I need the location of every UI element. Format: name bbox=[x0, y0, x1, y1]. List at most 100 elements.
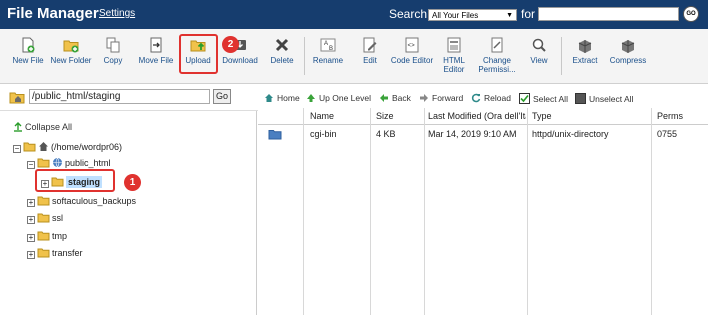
move-file-button[interactable]: Move File bbox=[134, 37, 178, 65]
compress-button[interactable]: Compress bbox=[606, 37, 650, 65]
expand-toggle-icon[interactable]: + bbox=[27, 251, 35, 259]
edit-icon bbox=[363, 37, 377, 53]
column-header-type[interactable]: Type bbox=[532, 111, 552, 121]
home-icon bbox=[39, 142, 48, 151]
tree-node-tmp[interactable]: + tmp bbox=[27, 230, 67, 242]
search-label: Search bbox=[389, 7, 428, 21]
tree-node-public-html[interactable]: − public_html bbox=[27, 157, 111, 169]
toolbar: New File New Folder Copy Move File Uploa… bbox=[0, 29, 708, 84]
tree-label: public_html bbox=[65, 158, 111, 168]
folder-icon bbox=[23, 142, 36, 152]
expand-toggle-icon[interactable]: + bbox=[27, 199, 35, 207]
nav-bar: Home Up One Level Back Forward Reload Se… bbox=[257, 84, 708, 111]
unselect-all-button[interactable]: Unselect All bbox=[575, 93, 633, 104]
checkbox-empty-icon bbox=[575, 93, 586, 104]
tool-label: Download bbox=[222, 56, 258, 65]
folder-icon bbox=[37, 196, 50, 206]
tool-label: Copy bbox=[103, 56, 123, 65]
top-header: File Manager Settings Search All Your Fi… bbox=[0, 0, 708, 29]
html-editor-button[interactable]: HTML Editor bbox=[432, 37, 476, 74]
folder-icon bbox=[268, 130, 282, 140]
collapse-toggle-icon[interactable]: − bbox=[27, 161, 35, 169]
tree-node-softaculous-backups[interactable]: + softaculous_backups bbox=[27, 195, 136, 207]
new-file-button[interactable]: New File bbox=[6, 37, 50, 65]
delete-button[interactable]: Delete bbox=[260, 37, 304, 65]
expand-toggle-icon[interactable]: + bbox=[27, 216, 35, 224]
tool-label: View bbox=[530, 56, 548, 65]
new-folder-icon bbox=[63, 40, 79, 53]
change-permissions-button[interactable]: Change Permissi... bbox=[475, 37, 519, 74]
collapse-all-button[interactable]: Collapse All bbox=[13, 122, 72, 132]
unselect-all-label: Unselect All bbox=[589, 94, 634, 104]
toolbar-divider bbox=[304, 37, 305, 75]
search-scope-select[interactable]: All Your Files ▼ bbox=[428, 9, 517, 21]
rename-button[interactable]: AB Rename bbox=[306, 37, 350, 65]
tool-label: Change Permissi... bbox=[478, 56, 516, 74]
rename-icon: AB bbox=[320, 38, 336, 52]
select-all-label: Select All bbox=[533, 94, 568, 104]
tree-label: ssl bbox=[52, 213, 63, 223]
search-input[interactable] bbox=[538, 7, 679, 21]
collapse-all-label: Collapse All bbox=[25, 122, 73, 132]
tool-label: Rename bbox=[312, 56, 344, 65]
view-icon bbox=[532, 38, 546, 52]
home-label: Home bbox=[277, 93, 300, 103]
forward-button[interactable]: Forward bbox=[419, 93, 463, 103]
collapse-toggle-icon[interactable]: − bbox=[13, 145, 21, 153]
reload-button[interactable]: Reload bbox=[471, 93, 511, 103]
column-header-perms[interactable]: Perms bbox=[657, 111, 683, 121]
tool-label: Delete bbox=[270, 56, 294, 65]
search-scope-value: All Your Files bbox=[432, 11, 479, 20]
back-button[interactable]: Back bbox=[379, 93, 411, 103]
tool-label: Extract bbox=[572, 56, 598, 65]
tree-node-transfer[interactable]: + transfer bbox=[27, 247, 83, 259]
tool-label: Edit bbox=[363, 56, 377, 65]
globe-icon bbox=[53, 157, 62, 168]
edit-button[interactable]: Edit bbox=[348, 37, 392, 65]
expand-toggle-icon[interactable]: + bbox=[27, 234, 35, 242]
tree-label: tmp bbox=[52, 231, 68, 241]
back-label: Back bbox=[392, 93, 411, 103]
search-go-button[interactable]: GO bbox=[683, 6, 699, 22]
table-row[interactable]: cgi-bin 4 KB Mar 14, 2019 9:10 AM httpd/… bbox=[258, 125, 708, 145]
checkbox-checked-icon bbox=[519, 93, 530, 104]
new-folder-button[interactable]: New Folder bbox=[49, 37, 93, 65]
forward-label: Forward bbox=[432, 93, 464, 103]
home-icon bbox=[265, 94, 273, 102]
cell-size: 4 KB bbox=[376, 129, 396, 139]
select-all-button[interactable]: Select All bbox=[519, 93, 568, 104]
tool-label: New Folder bbox=[50, 56, 92, 65]
path-input[interactable]: /public_html/staging bbox=[29, 89, 210, 104]
step-badge-2: 2 bbox=[222, 36, 239, 53]
path-go-button[interactable]: Go bbox=[213, 89, 231, 104]
move-file-icon bbox=[150, 37, 162, 53]
column-header-name[interactable]: Name bbox=[310, 111, 334, 121]
app-title: File Manager bbox=[7, 5, 99, 22]
home-button[interactable]: Home bbox=[264, 93, 300, 103]
staging-highlight-box bbox=[35, 169, 115, 192]
delete-icon bbox=[275, 38, 289, 52]
up-arrow-icon bbox=[307, 94, 315, 102]
extract-icon bbox=[578, 40, 592, 53]
folder-icon bbox=[37, 158, 50, 168]
new-file-icon bbox=[22, 37, 35, 53]
copy-button[interactable]: Copy bbox=[91, 37, 135, 65]
column-header-size[interactable]: Size bbox=[376, 111, 394, 121]
extract-button[interactable]: Extract bbox=[563, 37, 607, 65]
tool-label: Code Editor bbox=[390, 56, 434, 65]
folder-icon bbox=[37, 231, 50, 241]
cell-name: cgi-bin bbox=[310, 129, 337, 139]
view-button[interactable]: View bbox=[517, 37, 561, 65]
folder-icon bbox=[37, 248, 50, 258]
tree-label: (/home/wordpr06) bbox=[51, 142, 123, 152]
settings-link[interactable]: Settings bbox=[99, 8, 135, 19]
tree-node-root[interactable]: − (/home/wordpr06) bbox=[13, 141, 122, 153]
tree-label: transfer bbox=[52, 248, 83, 258]
code-editor-button[interactable]: <> Code Editor bbox=[390, 37, 434, 65]
svg-text:A: A bbox=[324, 41, 328, 47]
home-folder-icon bbox=[9, 92, 25, 104]
tree-node-ssl[interactable]: + ssl bbox=[27, 212, 63, 224]
back-arrow-icon bbox=[380, 94, 388, 102]
column-header-last-modified[interactable]: Last Modified (Ora dell'Italia) bbox=[428, 111, 526, 121]
up-one-level-button[interactable]: Up One Level bbox=[306, 93, 371, 103]
